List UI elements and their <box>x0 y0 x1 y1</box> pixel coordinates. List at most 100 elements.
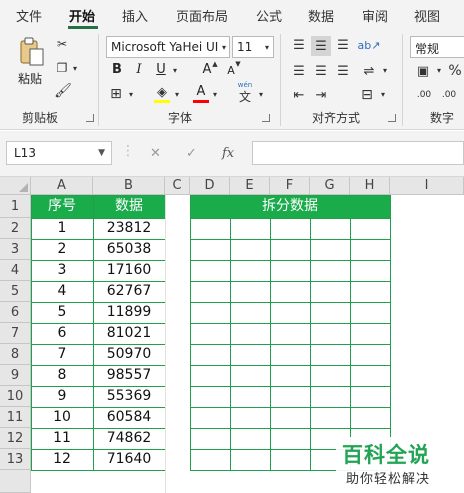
italic-button[interactable]: I <box>130 62 148 77</box>
column-header-d[interactable]: D <box>190 177 230 195</box>
name-box[interactable]: L13 ▼ <box>6 141 112 165</box>
row-header-11[interactable]: 11 <box>0 407 31 428</box>
enter-icon[interactable]: ✓ <box>186 146 197 161</box>
bold-button[interactable]: B <box>108 62 126 77</box>
row-header-6[interactable]: 6 <box>0 302 31 323</box>
name-box-dropdown-icon[interactable]: ▼ <box>98 148 105 158</box>
clipboard-launcher-icon[interactable] <box>86 114 94 122</box>
align-center-icon[interactable]: ☰ <box>312 62 330 80</box>
font-launcher-icon[interactable] <box>262 114 270 122</box>
percent-icon[interactable]: % <box>446 62 464 80</box>
merge-center-icon[interactable]: ⊟ <box>358 86 376 104</box>
phonetic-guide-button[interactable]: 文 <box>237 89 253 104</box>
header-cell-split-data[interactable]: 拆分数据 <box>190 195 390 218</box>
tab-data[interactable]: 数据 <box>308 6 334 25</box>
orientation-icon[interactable]: ab↗ <box>358 36 381 54</box>
wrap-dropdown-icon[interactable]: ▾ <box>380 64 390 76</box>
align-bottom-icon[interactable]: ☰ <box>334 36 352 54</box>
alignment-launcher-icon[interactable] <box>388 114 396 122</box>
row-header-14[interactable] <box>0 470 31 493</box>
font-color-button[interactable]: A <box>192 84 210 99</box>
table-cell-seq[interactable]: 9 <box>31 386 93 407</box>
format-painter-icon[interactable]: 🖌 <box>54 82 72 100</box>
row-header-1[interactable]: 1 <box>0 195 31 218</box>
formula-input[interactable] <box>252 141 464 165</box>
increase-decimal-icon[interactable]: .00 <box>414 86 434 104</box>
column-header-f[interactable]: F <box>270 177 310 195</box>
align-middle-icon[interactable]: ☰ <box>311 36 331 56</box>
table-cell-value[interactable]: 65038 <box>93 239 165 260</box>
phonetic-dropdown-icon[interactable]: ▾ <box>256 88 266 100</box>
currency-icon[interactable]: ▣ <box>414 62 432 80</box>
fill-color-icon[interactable]: ◈ <box>154 84 170 100</box>
font-name-select[interactable]: Microsoft YaHei UI <box>106 36 230 58</box>
table-cell-value[interactable]: 55369 <box>93 386 165 407</box>
merge-dropdown-icon[interactable]: ▾ <box>378 88 388 100</box>
table-cell-value[interactable]: 23812 <box>93 218 165 239</box>
row-header-10[interactable]: 10 <box>0 386 31 407</box>
table-cell-seq[interactable]: 2 <box>31 239 93 260</box>
header-cell-data[interactable]: 数据 <box>93 195 165 218</box>
cut-icon[interactable]: ✂ <box>54 36 70 52</box>
table-cell-seq[interactable]: 7 <box>31 344 93 365</box>
underline-button[interactable]: U <box>152 62 170 77</box>
column-header-a[interactable]: A <box>31 177 93 195</box>
table-cell-value[interactable]: 71640 <box>93 449 165 470</box>
wrap-text-icon[interactable]: ⇌ <box>360 62 378 80</box>
table-cell-seq[interactable]: 8 <box>31 365 93 386</box>
column-header-g[interactable]: G <box>310 177 350 195</box>
row-header-3[interactable]: 3 <box>0 239 31 260</box>
borders-icon[interactable]: ⊞ <box>108 86 124 102</box>
header-cell-seq[interactable]: 序号 <box>31 195 93 218</box>
table-cell-value[interactable]: 81021 <box>93 323 165 344</box>
font-color-dropdown-icon[interactable]: ▾ <box>210 88 220 100</box>
row-header-7[interactable]: 7 <box>0 323 31 344</box>
row-header-9[interactable]: 9 <box>0 365 31 386</box>
number-format-select[interactable]: 常规 <box>410 36 464 58</box>
table-cell-seq[interactable]: 6 <box>31 323 93 344</box>
row-header-12[interactable]: 12 <box>0 428 31 449</box>
cancel-icon[interactable]: ✕ <box>150 146 161 161</box>
increase-indent-icon[interactable]: ⇥ <box>312 86 330 104</box>
table-cell-value[interactable]: 50970 <box>93 344 165 365</box>
paste-icon[interactable] <box>18 36 46 68</box>
tab-review[interactable]: 审阅 <box>362 6 388 25</box>
copy-dropdown-icon[interactable]: ▾ <box>70 62 80 74</box>
row-header-5[interactable]: 5 <box>0 281 31 302</box>
copy-icon[interactable]: ❐ <box>54 60 70 76</box>
table-cell-value[interactable]: 98557 <box>93 365 165 386</box>
table-cell-seq[interactable]: 4 <box>31 281 93 302</box>
column-header-b[interactable]: B <box>93 177 165 195</box>
table-cell-seq[interactable]: 10 <box>31 407 93 428</box>
row-header-4[interactable]: 4 <box>0 260 31 281</box>
tab-home[interactable]: 开始 <box>69 6 95 25</box>
align-top-icon[interactable]: ☰ <box>290 36 308 54</box>
align-left-icon[interactable]: ☰ <box>290 62 308 80</box>
fill-color-dropdown-icon[interactable]: ▾ <box>172 88 182 100</box>
table-cell-seq[interactable]: 1 <box>31 218 93 239</box>
column-header-c[interactable]: C <box>165 177 190 195</box>
decrease-indent-icon[interactable]: ⇤ <box>290 86 308 104</box>
select-all-corner[interactable] <box>0 177 31 195</box>
tab-file[interactable]: 文件 <box>16 6 42 25</box>
table-cell-value[interactable]: 74862 <box>93 428 165 449</box>
font-size-dropdown-icon[interactable]: ▾ <box>262 41 272 53</box>
row-header-13[interactable]: 13 <box>0 449 31 470</box>
tab-view[interactable]: 视图 <box>414 6 440 25</box>
paste-button-label[interactable]: 粘贴 <box>18 70 42 87</box>
column-header-e[interactable]: E <box>230 177 270 195</box>
table-cell-seq[interactable]: 3 <box>31 260 93 281</box>
currency-dropdown-icon[interactable]: ▾ <box>434 64 444 76</box>
row-header-2[interactable]: 2 <box>0 218 31 239</box>
tab-formulas[interactable]: 公式 <box>256 6 282 25</box>
underline-dropdown-icon[interactable]: ▾ <box>170 64 180 76</box>
tab-page-layout[interactable]: 页面布局 <box>176 6 228 25</box>
table-cell-value[interactable]: 62767 <box>93 281 165 302</box>
borders-dropdown-icon[interactable]: ▾ <box>126 88 136 100</box>
font-name-dropdown-icon[interactable]: ▾ <box>219 41 229 53</box>
row-header-8[interactable]: 8 <box>0 344 31 365</box>
table-cell-seq[interactable]: 11 <box>31 428 93 449</box>
insert-function-icon[interactable]: fx <box>222 146 234 161</box>
table-cell-seq[interactable]: 5 <box>31 302 93 323</box>
column-header-h[interactable]: H <box>350 177 390 195</box>
